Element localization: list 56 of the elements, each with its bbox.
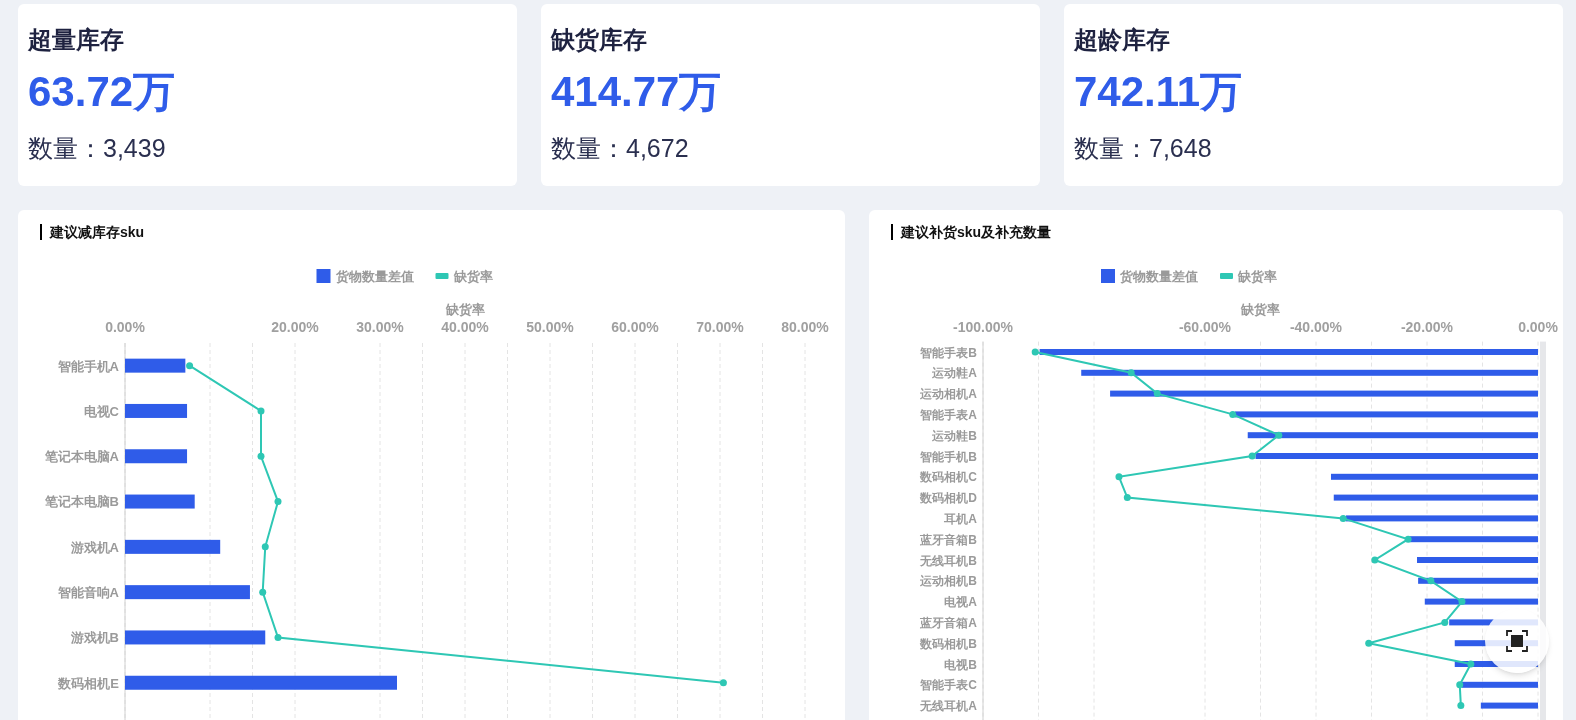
tick-label: -40.00% (1289, 319, 1343, 335)
category-label: 笔记本电脑A (44, 449, 119, 465)
axis-title: 缺货率 (445, 302, 485, 317)
stat-count: 数量：7,648 (1074, 133, 1213, 164)
category-label: 数码相机C (920, 470, 977, 485)
category-label: 运动相机B (920, 574, 977, 589)
tick-label: -20.00% (1400, 319, 1454, 335)
tick-label: 30.00% (356, 319, 404, 335)
category-label: 电视C (83, 403, 119, 419)
legend-label: 缺货率 (452, 269, 493, 284)
category-label: 数码相机E (58, 675, 119, 691)
category-label: 运动相机A (920, 387, 977, 402)
legend-label: 缺货率 (1237, 269, 1277, 284)
category-label: 无线耳机B (920, 553, 977, 568)
tick-label: 0.00% (105, 319, 145, 335)
stat-value: 414.77万 (551, 68, 723, 116)
tick-label: 20.00% (271, 319, 319, 335)
tick-label: 40.00% (441, 319, 489, 335)
stat-title: 超量库存 (28, 25, 125, 55)
stat-value: 742.11万 (1074, 68, 1244, 116)
panel-title: 建议补货sku及补充数量 (891, 224, 1052, 240)
category-label: 游戏机A (70, 539, 119, 555)
stat-count: 数量：4,672 (551, 133, 690, 164)
legend-label: 货物数量差值 (1119, 269, 1198, 284)
tick-label: -60.00% (1178, 319, 1232, 335)
category-label: 游戏机B (70, 630, 119, 646)
category-label: 智能手表B (920, 345, 977, 360)
tick-label: 70.00% (696, 319, 744, 335)
category-label: 运动鞋B (932, 428, 977, 443)
legend-label: 货物数量差值 (334, 269, 414, 284)
tick-label: -100.00% (953, 319, 1013, 335)
category-label: 无线耳机A (920, 699, 977, 714)
tick-label: 80.00% (781, 319, 829, 335)
stat-count: 数量：3,439 (28, 133, 167, 164)
category-label: 蓝牙音箱B (920, 532, 977, 547)
category-label: 智能手机B (920, 449, 977, 464)
category-label: 耳机A (944, 511, 977, 526)
category-label: 电视B (944, 657, 977, 672)
tick-label: 50.00% (526, 319, 574, 335)
category-label: 运动鞋A (932, 366, 977, 381)
category-label: 智能音响A (57, 585, 119, 601)
category-label: 智能手机A (57, 358, 119, 374)
category-label: 电视A (944, 595, 977, 610)
category-label: 笔记本电脑B (44, 494, 119, 510)
category-label: 数码相机D (920, 491, 977, 506)
tick-label: 60.00% (611, 319, 659, 335)
stat-value: 63.72万 (28, 68, 177, 116)
category-label: 数码相机B (920, 636, 977, 651)
category-label: 智能手表C (920, 678, 977, 693)
stat-title: 缺货库存 (551, 25, 648, 55)
category-label: 智能手表A (920, 407, 977, 422)
stat-title: 超龄库存 (1074, 25, 1171, 55)
category-label: 蓝牙音箱A (920, 615, 977, 630)
tick-label: 0.00% (1518, 319, 1558, 335)
axis-title: 缺货率 (1241, 302, 1280, 317)
panel-title: 建议减库存sku (40, 224, 145, 240)
